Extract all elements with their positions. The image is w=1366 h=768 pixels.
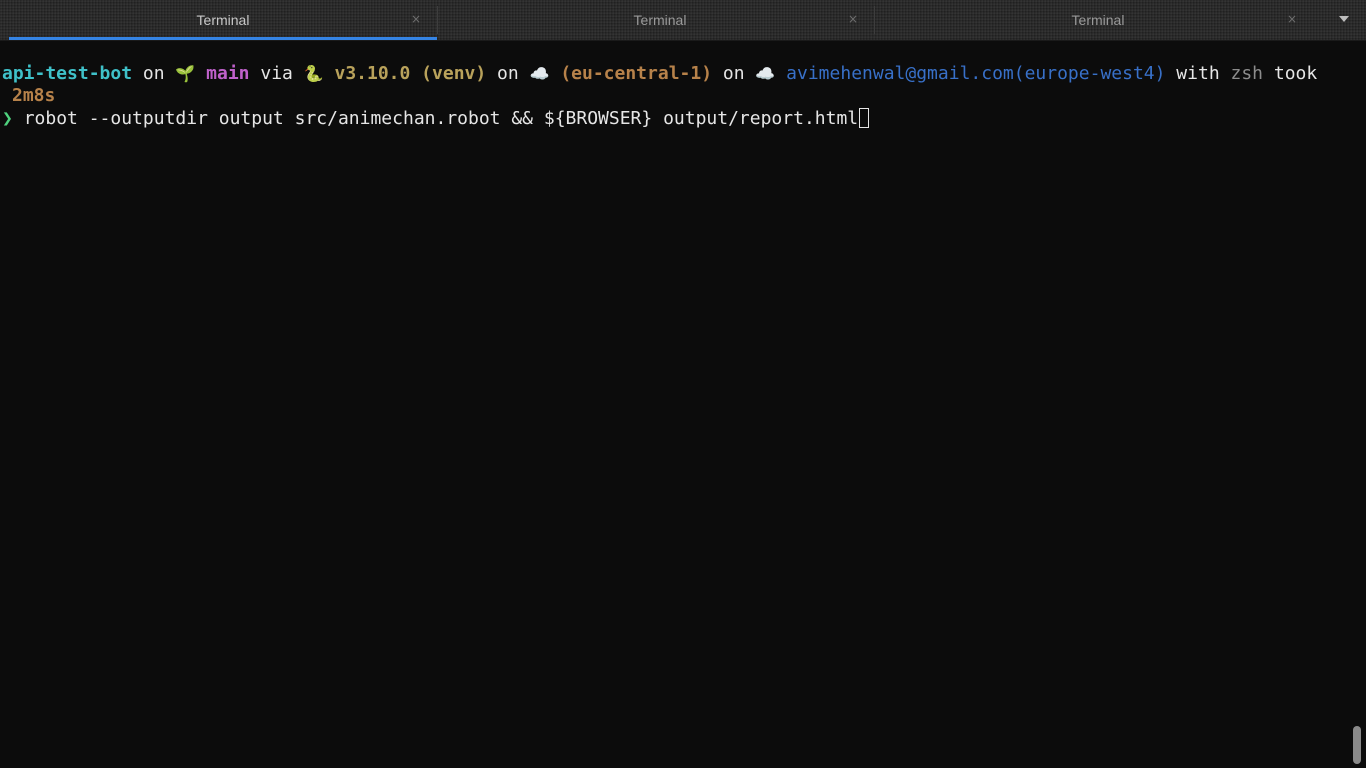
tab-terminal-2[interactable]: Terminal × xyxy=(446,0,874,40)
terminal-window: Terminal × Terminal × Terminal × api-tes… xyxy=(0,0,1366,768)
tab-divider xyxy=(437,6,438,34)
aws-region: (eu-central-1) xyxy=(560,63,713,84)
aws-cloud-icon: ☁️ xyxy=(529,64,550,83)
git-branch-icon: 🌱 xyxy=(175,64,196,83)
shell-name: zsh xyxy=(1230,63,1264,84)
git-branch: main xyxy=(206,63,250,84)
prompt-connector: on xyxy=(486,63,530,84)
prompt-connector: on xyxy=(132,63,176,84)
tab-close-icon[interactable]: × xyxy=(1285,12,1299,26)
prompt-char-icon: ❯ xyxy=(2,108,13,129)
tab-divider xyxy=(874,6,875,34)
tab-overflow-chevron-down-icon[interactable] xyxy=(1336,11,1352,27)
scrollbar-thumb[interactable] xyxy=(1353,726,1361,764)
command-input[interactable]: robot --outputdir output src/animechan.r… xyxy=(24,108,858,129)
tab-label: Terminal xyxy=(196,12,250,28)
terminal-output[interactable]: api-test-bot on 🌱 main via 🐍 v3.10.0 (ve… xyxy=(0,41,1350,768)
current-directory: api-test-bot xyxy=(2,63,133,84)
prompt-connector: via xyxy=(249,63,304,84)
python-version: v3.10.0 (venv) xyxy=(334,63,487,84)
tab-label: Terminal xyxy=(633,12,687,28)
command-duration: 2m8s xyxy=(12,85,56,106)
gcp-cloud-icon: ☁️ xyxy=(755,64,776,83)
tab-close-icon[interactable]: × xyxy=(409,12,423,26)
prompt-line-1: api-test-bot on 🌱 main via 🐍 v3.10.0 (ve… xyxy=(2,63,1317,85)
tab-close-icon[interactable]: × xyxy=(846,12,860,26)
vertical-scrollbar[interactable] xyxy=(1350,41,1366,768)
prompt-line-2: 2m8s xyxy=(12,85,55,107)
command-line[interactable]: ❯ robot --outputdir output src/animechan… xyxy=(2,108,870,130)
tab-label: Terminal xyxy=(1071,12,1125,28)
prompt-connector: with xyxy=(1165,63,1231,84)
python-icon: 🐍 xyxy=(303,64,324,83)
took-label: took xyxy=(1263,63,1318,84)
tab-terminal-3[interactable]: Terminal × xyxy=(883,0,1313,40)
prompt-connector: on xyxy=(712,63,756,84)
text-cursor xyxy=(859,108,870,128)
active-tab-indicator xyxy=(9,37,437,40)
tab-bar: Terminal × Terminal × Terminal × xyxy=(0,0,1366,41)
gcp-account: avimehenwal@gmail.com(europe-west4) xyxy=(786,63,1166,84)
tab-terminal-1[interactable]: Terminal × xyxy=(9,0,437,40)
